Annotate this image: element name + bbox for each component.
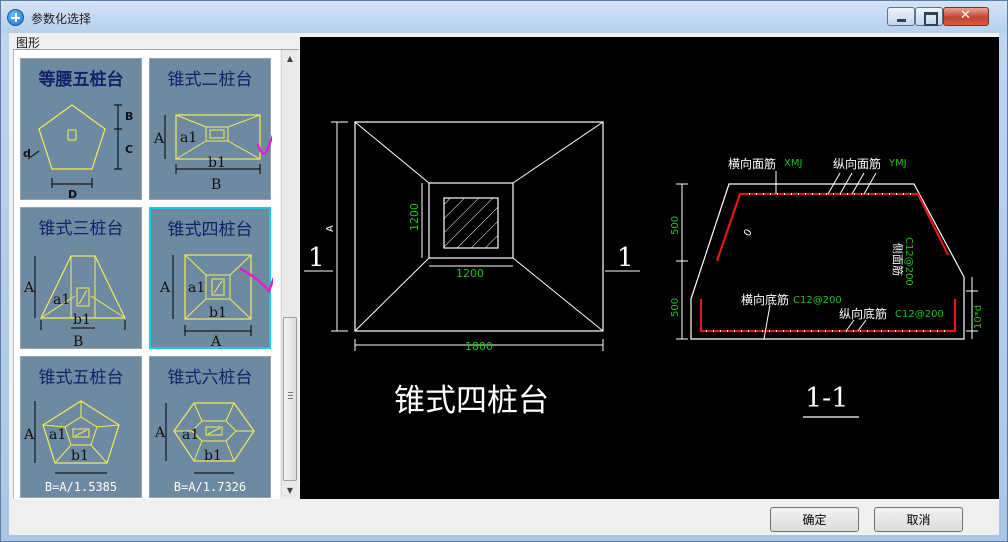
- thumb-cone-three-pile[interactable]: 锥式三桩台 A a1 b1 B: [20, 207, 142, 350]
- label-top-trans: 横向面筋: [728, 156, 776, 171]
- thumb-formula: B=A/1.7326: [173, 480, 247, 494]
- dim-label: A: [23, 280, 35, 296]
- thumb-title: 锥式六桩台: [167, 368, 253, 388]
- minimize-button[interactable]: [887, 7, 915, 26]
- thumb-cone-four-pile[interactable]: 锥式四桩台 A a1 b1 A: [149, 207, 273, 350]
- dim-label: a1: [188, 280, 205, 296]
- dim-500-top: 500: [670, 216, 681, 235]
- dim-label: b1: [204, 448, 222, 464]
- dim-cover: 10*d: [973, 305, 984, 329]
- ok-button[interactable]: 确定: [770, 507, 859, 532]
- thumb-title: 等腰五桩台: [38, 70, 124, 90]
- dim-label: C: [125, 143, 133, 156]
- label-side-bar: 侧面筋: [891, 243, 905, 276]
- thumb-isosceles-five-pile[interactable]: 等腰五桩台 B C D d: [20, 58, 142, 201]
- zero-label: 0: [742, 227, 755, 238]
- dim-label: B: [211, 177, 221, 193]
- isosceles-five-pile-diagram: B C D d: [23, 104, 133, 201]
- cone-five-pile-diagram: A a1 b1: [23, 400, 120, 474]
- thumbnail-scrollbar[interactable]: ▲ ▼: [281, 50, 298, 499]
- label-top-long: 纵向面筋: [833, 156, 881, 171]
- dim-label: b1: [71, 448, 89, 464]
- scroll-down-arrow-icon[interactable]: ▼: [282, 482, 298, 499]
- label-bot-long: 纵向底筋: [839, 306, 887, 321]
- dim-label: A: [159, 280, 171, 296]
- thumb-cone-five-pile[interactable]: 锥式五桩台 A a1 b1 B=A/1.5385: [20, 356, 142, 498]
- window-title: 参数化选择: [31, 12, 92, 26]
- preview-caption: 锥式四桩台: [394, 383, 549, 419]
- dim-label: b1: [208, 155, 226, 171]
- dialog-window: 参数化选择 图形 等腰五桩台: [0, 0, 1008, 542]
- cancel-button[interactable]: 取消: [874, 507, 963, 532]
- cone-four-pile-diagram: A a1 b1 A: [159, 254, 273, 350]
- thumb-cone-two-pile[interactable]: 锥式二桩台 A a1 b1 B: [149, 58, 272, 200]
- dim-label: a1: [180, 130, 197, 146]
- title-bar[interactable]: 参数化选择: [1, 1, 1007, 33]
- dim-label: B: [73, 334, 83, 350]
- dim-inner-width: 1200: [456, 267, 484, 280]
- label-top-trans-code: XMJ: [784, 158, 802, 169]
- dim-label: a1: [182, 427, 199, 443]
- shape-list-panel: 图形 等腰五桩台 B C D d 锥式二桩台 A a1 b1 B 锥式三桩台 A…: [9, 33, 300, 499]
- dim-label: A: [210, 334, 222, 350]
- thumb-title: 锥式四桩台: [167, 220, 253, 240]
- label-bot-trans: 横向底筋: [741, 292, 789, 307]
- dim-label: b1: [73, 312, 91, 328]
- dim-inner-height: 1200: [408, 203, 421, 231]
- dim-outer: 1800: [465, 340, 493, 353]
- dim-label: A: [153, 131, 165, 147]
- section-mark-left: 1: [308, 243, 325, 273]
- preview-canvas: A 1200 1200 1800 1 1 锥式四桩台 500 500 10*d …: [300, 37, 999, 499]
- scroll-thumb[interactable]: [283, 317, 297, 481]
- thumbnail-grid: 等腰五桩台 B C D d 锥式二桩台 A a1 b1 B 锥式三桩台 A a1…: [13, 50, 280, 499]
- dim-side-label: A: [325, 225, 336, 232]
- dim-label: b1: [209, 305, 227, 321]
- dim-label: A: [154, 425, 166, 441]
- label-bot-long-code: C12@200: [895, 309, 944, 320]
- app-icon: [7, 9, 24, 26]
- dialog-client: 图形 等腰五桩台 B C D d 锥式二桩台 A a1 b1 B 锥式三桩台 A…: [9, 33, 999, 535]
- label-top-long-code: YMJ: [888, 158, 907, 169]
- cone-two-pile-diagram: A a1 b1 B: [153, 114, 272, 193]
- cone-six-pile-diagram: A a1 b1: [154, 402, 255, 474]
- thumb-title: 锥式三桩台: [38, 219, 124, 239]
- preview-drawing: A 1200 1200 1800 1 1 锥式四桩台 500 500 10*d …: [304, 121, 984, 419]
- label-side-bar-code: C12@200: [903, 237, 914, 286]
- section-mark-right: 1: [617, 243, 634, 273]
- dim-label: d: [23, 147, 31, 160]
- thumb-cone-six-pile[interactable]: 锥式六桩台 A a1 b1 B=A/1.7326: [149, 356, 271, 498]
- thumb-title: 锥式二桩台: [167, 70, 253, 90]
- label-bot-trans-code: C12@200: [793, 295, 842, 306]
- close-button[interactable]: [943, 7, 989, 26]
- dim-label: a1: [53, 292, 70, 308]
- dim-label: a1: [49, 427, 66, 443]
- maximize-button[interactable]: [915, 7, 943, 26]
- thumb-title: 锥式五桩台: [38, 368, 124, 388]
- scroll-up-arrow-icon[interactable]: ▲: [282, 50, 298, 67]
- thumb-formula: B=A/1.5385: [44, 480, 118, 494]
- dim-500-bot: 500: [670, 298, 681, 317]
- section-title: 1-1: [805, 383, 848, 414]
- dim-label: A: [23, 427, 35, 443]
- dim-label: B: [125, 110, 133, 123]
- grip-icon: [288, 392, 293, 399]
- cone-three-pile-diagram: A a1 b1 B: [23, 255, 126, 350]
- dim-label: D: [68, 188, 77, 201]
